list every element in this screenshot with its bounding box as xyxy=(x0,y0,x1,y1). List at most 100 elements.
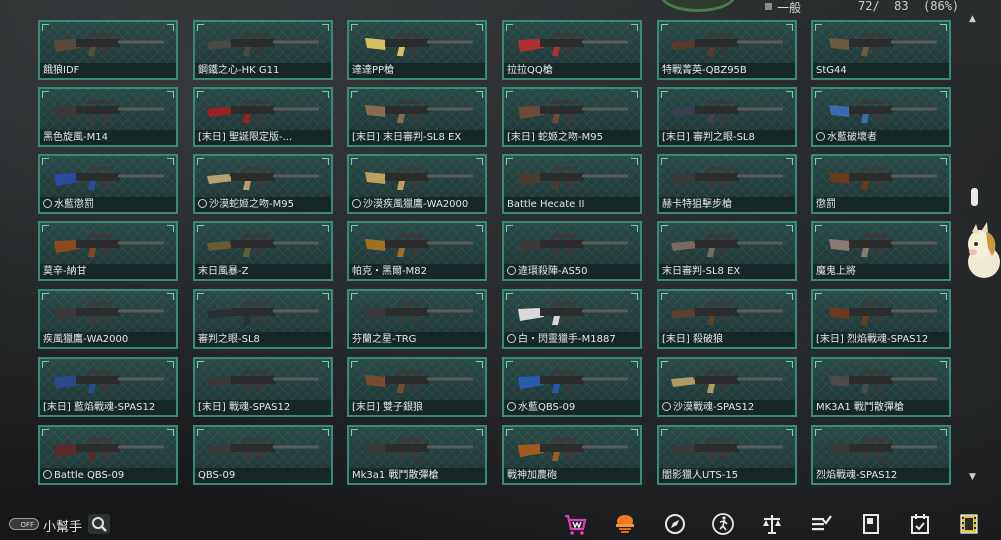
weapon-card[interactable]: 鋼鐵之心-HK G11 xyxy=(193,20,333,80)
weapon-card[interactable]: 審判之眼-SL8 xyxy=(193,289,333,349)
weapon-image-icon xyxy=(207,167,319,190)
weapon-card[interactable]: 懲罰 xyxy=(811,154,951,214)
weapon-card[interactable]: 餓狼IDF xyxy=(38,20,178,80)
weapon-name: [末日] 雙子銀狼 xyxy=(349,400,485,415)
weapon-card[interactable]: 闇影獵人UTS-15 xyxy=(657,425,797,485)
weapon-card[interactable]: [末日] 殺破狼 xyxy=(657,289,797,349)
horse-mascot-icon[interactable] xyxy=(962,222,1001,280)
card-corner xyxy=(815,24,822,31)
weapon-card[interactable]: 疾風獵鷹-WA2000 xyxy=(38,289,178,349)
card-corner xyxy=(661,361,668,368)
card-corner xyxy=(786,158,793,165)
card-corner xyxy=(661,429,668,436)
card-corner xyxy=(322,91,329,98)
menu-orb[interactable] xyxy=(660,0,736,12)
limited-badge-icon xyxy=(43,470,52,479)
weapon-card[interactable]: StG44 xyxy=(811,20,951,80)
card-corner xyxy=(940,225,947,232)
weapon-name-text: [末日] 殺破狼 xyxy=(662,334,723,345)
weapon-card[interactable]: 特戰菁英-QBZ95B xyxy=(657,20,797,80)
weapon-card[interactable]: [末日] 蛇姬之吻-M95 xyxy=(502,87,642,147)
weapon-image-icon xyxy=(518,438,628,461)
scroll-up-arrow-icon[interactable]: ▲ xyxy=(969,14,976,24)
film-icon[interactable] xyxy=(957,512,981,536)
weapon-name: 鋼鐵之心-HK G11 xyxy=(195,63,331,78)
weapon-card[interactable]: 拉拉QQ槍 xyxy=(502,20,642,80)
weapon-card[interactable]: [末日] 雙子銀狼 xyxy=(347,357,487,417)
weapon-card[interactable]: 白・閃靈獵手-M1887 xyxy=(502,289,642,349)
card-corner xyxy=(661,225,668,232)
weapon-name-text: [末日] 烈焰戰魂-SPAS12 xyxy=(816,334,929,345)
hat-icon[interactable] xyxy=(613,512,637,536)
weapon-image-icon xyxy=(207,234,319,257)
card-corner xyxy=(322,361,329,368)
card-corner xyxy=(197,91,204,98)
card-corner xyxy=(42,293,49,300)
weapon-card[interactable]: 赫卡特狙擊步槍 xyxy=(657,154,797,214)
card-corner xyxy=(476,24,483,31)
weapon-card[interactable]: QBS-09 xyxy=(193,425,333,485)
card-corner xyxy=(322,293,329,300)
top-bar: 一般 72/ 83 (86%) xyxy=(0,0,1001,16)
card-icon[interactable] xyxy=(859,512,883,536)
weapon-card[interactable]: 沙漠疾風獵鷹-WA2000 xyxy=(347,154,487,214)
search-button[interactable] xyxy=(88,514,110,534)
weapon-card[interactable]: 帕克・黑爾-M82 xyxy=(347,221,487,281)
scale-icon[interactable] xyxy=(760,512,784,536)
weapon-card[interactable]: 違環殺陣-AS50 xyxy=(502,221,642,281)
checklist-icon[interactable] xyxy=(809,512,833,536)
card-corner xyxy=(786,293,793,300)
weapon-name: 沙漠疾風獵鷹-WA2000 xyxy=(349,197,485,212)
weapon-card[interactable]: 莫辛-納甘 xyxy=(38,221,178,281)
weapon-card[interactable]: [末日] 藍焰戰魂-SPAS12 xyxy=(38,357,178,417)
weapon-name-text: 魔鬼上將 xyxy=(816,266,856,277)
card-corner xyxy=(815,361,822,368)
weapon-card[interactable]: 黑色旋風-M14 xyxy=(38,87,178,147)
weapon-card[interactable]: 水藍懲罰 xyxy=(38,154,178,214)
scroll-down-arrow-icon[interactable]: ▼ xyxy=(969,472,976,482)
weapon-name-text: QBS-09 xyxy=(198,470,236,481)
weapon-card[interactable]: 沙漠戰魂-SPAS12 xyxy=(657,357,797,417)
calendar-check-icon[interactable] xyxy=(908,512,932,536)
weapon-card[interactable]: 芬蘭之星-TRG xyxy=(347,289,487,349)
weapon-card[interactable]: 沙漠蛇姬之吻-M95 xyxy=(193,154,333,214)
card-corner xyxy=(351,24,358,31)
helper-label[interactable]: 小幫手 xyxy=(43,516,82,535)
weapon-card[interactable]: [末日] 審判之眼-SL8 xyxy=(657,87,797,147)
weapon-card[interactable]: 水藍破壞者 xyxy=(811,87,951,147)
helper-toggle[interactable]: OFF xyxy=(9,518,39,530)
weapon-card[interactable]: 魔鬼上將 xyxy=(811,221,951,281)
card-corner xyxy=(197,429,204,436)
run-icon[interactable] xyxy=(711,512,735,536)
weapon-card[interactable]: [末日] 末日審判-SL8 EX xyxy=(347,87,487,147)
weapon-card[interactable]: [末日] 烈焰戰魂-SPAS12 xyxy=(811,289,951,349)
weapon-card[interactable]: 末日審判-SL8 EX xyxy=(657,221,797,281)
weapon-card[interactable]: MK3A1 戰鬥散彈槍 xyxy=(811,357,951,417)
weapon-name-text: [末日] 雙子銀狼 xyxy=(352,402,423,413)
shop-icon[interactable] xyxy=(563,512,587,536)
weapon-card[interactable]: Battle Hecate II xyxy=(502,154,642,214)
card-corner xyxy=(940,361,947,368)
weapon-image-icon xyxy=(518,302,628,325)
weapon-card[interactable]: [末日] 戰魂-SPAS12 xyxy=(193,357,333,417)
weapon-card[interactable]: Mk3a1 戰鬥散彈槍 xyxy=(347,425,487,485)
weapon-card[interactable]: Battle QBS-09 xyxy=(38,425,178,485)
weapon-image-icon xyxy=(671,167,783,190)
scrollbar-thumb[interactable] xyxy=(971,188,978,206)
weapon-card[interactable]: 水藍QBS-09 xyxy=(502,357,642,417)
weapon-card[interactable]: 戰神加農砲 xyxy=(502,425,642,485)
weapon-image-icon xyxy=(518,33,628,56)
weapon-name: [末日] 末日審判-SL8 EX xyxy=(349,130,485,145)
weapon-name-text: 末日風暴-Z xyxy=(198,266,249,277)
card-corner xyxy=(786,429,793,436)
card-corner xyxy=(506,225,513,232)
weapon-card[interactable]: [末日] 聖誕限定版-... xyxy=(193,87,333,147)
weapon-card[interactable]: 烈焰戰魂-SPAS12 xyxy=(811,425,951,485)
weapon-image-icon xyxy=(671,33,783,56)
compass-icon[interactable] xyxy=(663,512,687,536)
category-label[interactable]: 一般 xyxy=(777,0,801,16)
weapon-card[interactable]: 達達PP槍 xyxy=(347,20,487,80)
weapon-name-text: 拉拉QQ槍 xyxy=(507,65,553,76)
weapon-card[interactable]: 末日風暴-Z xyxy=(193,221,333,281)
weapon-image-icon xyxy=(518,234,628,257)
